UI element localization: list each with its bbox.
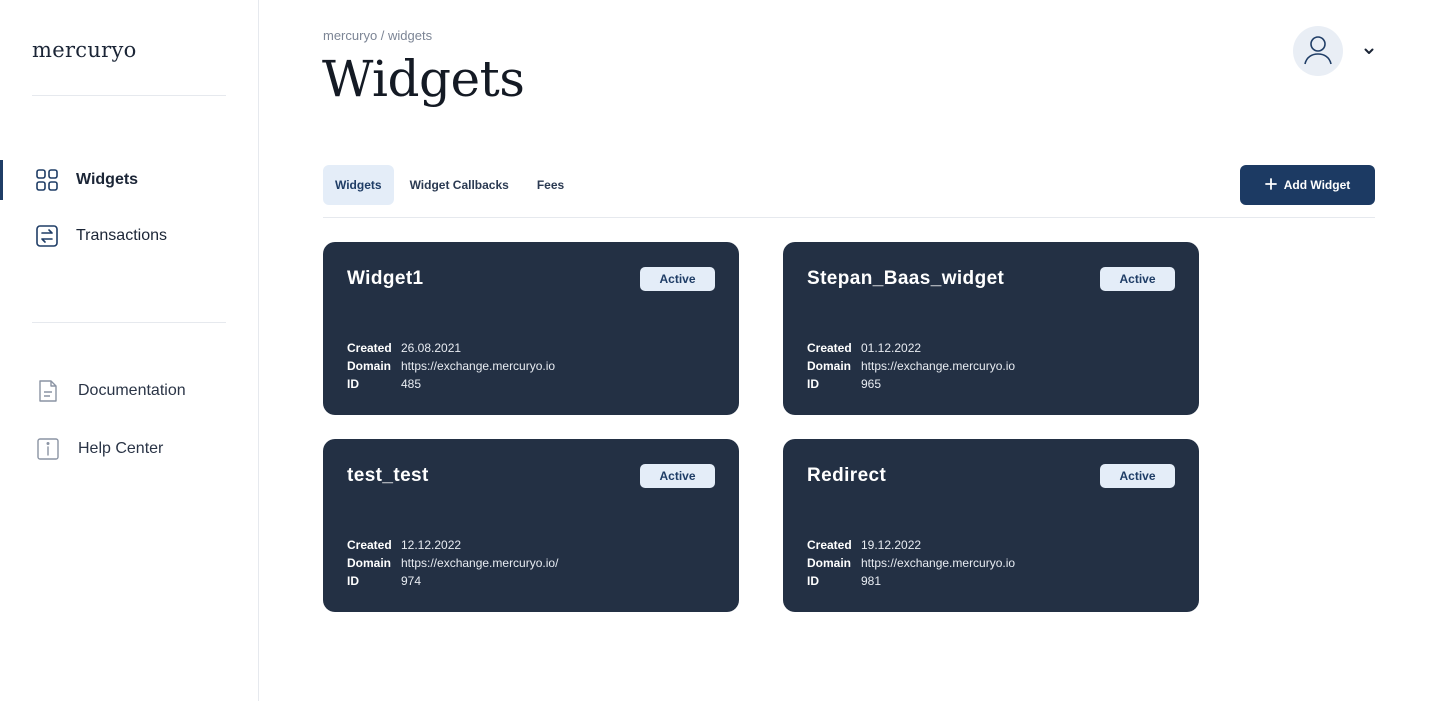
sidebar-item-label: Transactions <box>76 227 167 244</box>
id-label: ID <box>347 574 359 588</box>
widget-card[interactable]: Stepan_Baas_widget Active Created 01.12.2… <box>783 242 1199 415</box>
tabs-divider <box>323 217 1375 218</box>
chevron-down-icon[interactable] <box>1362 44 1376 58</box>
widget-meta: Created 19.12.2022 Domain https://exchange… <box>807 536 1015 590</box>
domain-value: https://exchange.mercuryo.io/ <box>401 556 559 570</box>
widget-name: Stepan_Baas_widget <box>807 268 1005 289</box>
active-indicator <box>0 160 3 200</box>
status-badge: Active <box>1100 464 1175 488</box>
widget-name: test_test <box>347 465 429 486</box>
widget-card[interactable]: test_test Active Created 12.12.2022 Domai… <box>323 439 739 612</box>
created-label: Created <box>347 341 392 355</box>
page-title: Widgets <box>322 50 525 108</box>
id-value: 974 <box>401 574 422 588</box>
widget-card[interactable]: Redirect Active Created 19.12.2022 Domain… <box>783 439 1199 612</box>
widget-name: Redirect <box>807 465 887 486</box>
id-value: 965 <box>861 377 882 391</box>
created-value: 01.12.2022 <box>861 341 922 355</box>
avatar[interactable] <box>1293 26 1343 76</box>
created-value: 26.08.2021 <box>401 341 462 355</box>
sidebar-item-documentation[interactable]: Documentation <box>0 371 258 411</box>
id-label: ID <box>347 377 359 391</box>
document-icon <box>36 379 60 403</box>
created-label: Created <box>807 538 852 552</box>
domain-value: https://exchange.mercuryo.io <box>401 359 556 373</box>
widget-name: Widget1 <box>347 268 424 289</box>
domain-label: Domain <box>807 556 852 570</box>
status-badge: Active <box>640 464 715 488</box>
domain-value: https://exchange.mercuryo.io <box>861 359 1016 373</box>
created-label: Created <box>807 341 852 355</box>
domain-label: Domain <box>807 359 852 373</box>
created-value: 19.12.2022 <box>861 538 922 552</box>
tab-bar: Widgets Widget Callbacks Fees <box>323 165 580 205</box>
status-badge: Active <box>640 267 715 291</box>
domain-value: https://exchange.mercuryo.io <box>861 556 1016 570</box>
logo[interactable]: mercuryo <box>32 38 137 62</box>
sidebar-item-label: Widgets <box>76 171 139 188</box>
status-badge: Active <box>1100 267 1175 291</box>
widget-meta: Created 01.12.2022 Domain https://exchange… <box>807 339 1015 393</box>
domain-label: Domain <box>347 556 392 570</box>
info-icon <box>36 437 60 461</box>
tab-fees[interactable]: Fees <box>525 165 576 205</box>
widget-meta: Created 26.08.2021 Domain https://exchange… <box>347 339 555 393</box>
plus-icon <box>1264 175 1277 193</box>
sidebar-divider <box>32 95 226 96</box>
id-label: ID <box>807 574 819 588</box>
sidebar-item-label: Help Center <box>78 440 164 457</box>
tab-widget-callbacks[interactable]: Widget Callbacks <box>398 165 521 205</box>
grid-icon <box>35 168 59 192</box>
tab-widgets[interactable]: Widgets <box>323 165 394 205</box>
sidebar-item-widgets[interactable]: Widgets <box>0 160 258 200</box>
add-widget-button[interactable]: Add Widget <box>1240 165 1375 205</box>
transactions-icon <box>35 224 59 248</box>
widget-meta: Created 12.12.2022 Domain https://exchange… <box>347 536 558 590</box>
breadcrumb[interactable]: mercuryo / widgets <box>323 28 432 43</box>
created-value: 12.12.2022 <box>401 538 462 552</box>
sidebar-item-transactions[interactable]: Transactions <box>0 216 258 256</box>
sidebar-divider <box>32 322 226 323</box>
user-icon <box>1300 31 1336 72</box>
sidebar: mercuryo Widgets Transactions Documentat… <box>0 0 259 701</box>
widget-card[interactable]: Widget1 Active Created 26.08.2021 Domain h… <box>323 242 739 415</box>
id-value: 981 <box>861 574 882 588</box>
sidebar-item-help-center[interactable]: Help Center <box>0 429 258 469</box>
domain-label: Domain <box>347 359 392 373</box>
id-label: ID <box>807 377 819 391</box>
id-value: 485 <box>401 377 422 391</box>
add-widget-label: Add Widget <box>1283 178 1351 192</box>
created-label: Created <box>347 538 392 552</box>
sidebar-item-label: Documentation <box>78 382 186 399</box>
